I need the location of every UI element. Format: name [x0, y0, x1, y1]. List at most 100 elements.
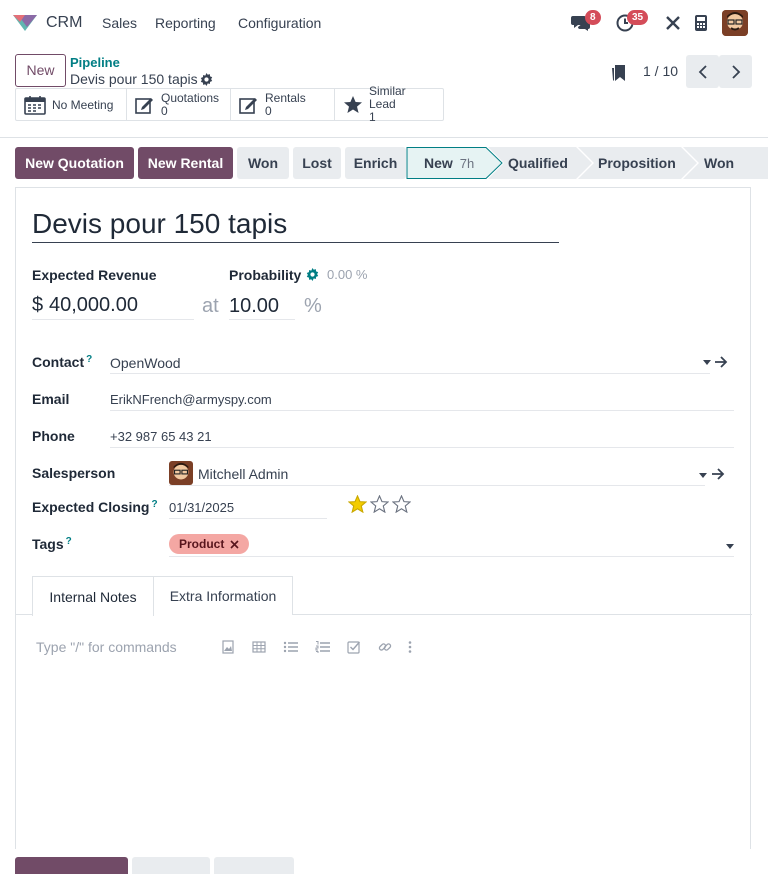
notebook-tabs: Internal Notes Extra Information — [16, 576, 752, 616]
expected-revenue-input[interactable]: 40,000.00 — [49, 294, 138, 317]
smart-count: 0 — [265, 103, 272, 118]
notes-editor[interactable]: Type "/" for commands — [36, 639, 177, 655]
menu-reporting[interactable]: Reporting — [155, 15, 216, 31]
similar-lead-button[interactable]: Similar Lead 1 — [335, 85, 443, 124]
star-icon — [343, 95, 363, 114]
smart-buttons: No Meeting Quotations 0 Rentals 0 Similar … — [15, 85, 444, 124]
mark-lost-button[interactable]: Lost — [293, 147, 341, 179]
quotations-button[interactable]: Quotations 0 — [127, 89, 231, 120]
menu-configuration[interactable]: Configuration — [238, 15, 321, 31]
expected-revenue-label: Expected Revenue — [32, 267, 157, 283]
tag-label: Product — [179, 537, 225, 551]
checklist-icon[interactable] — [347, 640, 361, 654]
stage-proposition[interactable]: Proposition — [598, 147, 676, 179]
bulleted-list-icon[interactable] — [283, 640, 299, 654]
chevron-left-icon — [698, 64, 707, 79]
probability-input[interactable]: 10.00 — [229, 295, 279, 318]
numbered-list-icon[interactable] — [315, 640, 331, 654]
tags-underline — [169, 556, 734, 557]
send-message-button[interactable] — [15, 857, 128, 874]
edit-icon — [239, 96, 259, 114]
mark-won-button[interactable]: Won — [237, 147, 289, 179]
new-record-button[interactable]: New — [15, 54, 66, 87]
remove-tag-icon[interactable] — [230, 539, 239, 549]
smart-count: 1 — [369, 110, 376, 124]
arrow-right-icon[interactable] — [714, 355, 728, 369]
breadcrumb-pipeline[interactable]: Pipeline — [70, 55, 120, 70]
stage-won[interactable]: Won — [704, 147, 734, 179]
messages-badge: 8 — [585, 10, 601, 25]
bookmark-icon[interactable] — [611, 64, 627, 82]
smart-label: No Meeting — [52, 97, 114, 112]
table-icon[interactable] — [252, 640, 266, 654]
lead-title-input[interactable]: Devis pour 150 tapis — [32, 208, 559, 243]
edit-icon — [135, 96, 155, 114]
enrich-button[interactable]: Enrich — [345, 147, 406, 179]
expected-closing-input[interactable]: 01/31/2025 — [169, 500, 234, 515]
tag-chip: Product — [169, 534, 250, 554]
contact-label: Contact? — [32, 354, 93, 370]
revenue-underline — [32, 319, 194, 320]
phone-underline — [110, 447, 734, 448]
activities-badge: 35 — [627, 10, 649, 25]
tags-label: Tags? — [32, 536, 72, 552]
menu-sales[interactable]: Sales — [102, 15, 137, 31]
email-underline — [110, 410, 734, 411]
arrow-right-icon[interactable] — [711, 467, 725, 481]
image-icon[interactable] — [221, 640, 235, 654]
closing-underline — [169, 518, 327, 519]
smart-label: Quotations — [161, 90, 220, 105]
star-empty-icon[interactable] — [392, 495, 411, 513]
pager-next-button[interactable] — [719, 55, 752, 88]
salesperson-avatar — [169, 461, 193, 485]
new-rental-button[interactable]: New Rental — [138, 147, 233, 179]
stage-new[interactable]: New 7h — [424, 147, 474, 179]
percent-sign: % — [304, 295, 322, 317]
stage-qualified[interactable]: Qualified — [508, 147, 568, 179]
phone-icon[interactable] — [694, 14, 708, 32]
tab-internal-notes[interactable]: Internal Notes — [32, 576, 154, 616]
help-icon[interactable]: ? — [66, 536, 72, 547]
new-quotation-button[interactable]: New Quotation — [15, 147, 134, 179]
contact-input[interactable]: OpenWood — [110, 355, 181, 371]
phone-input[interactable]: +32 987 65 43 21 — [110, 429, 212, 444]
help-icon[interactable]: ? — [151, 499, 157, 510]
stage-duration: 7h — [459, 155, 475, 171]
auto-probability-gear-icon[interactable] — [306, 268, 319, 281]
salesperson-input[interactable]: Mitchell Admin — [198, 466, 288, 482]
priority-stars — [348, 495, 411, 513]
rentals-button[interactable]: Rentals 0 — [231, 89, 335, 120]
help-icon[interactable]: ? — [86, 354, 92, 365]
tab-extra-information[interactable]: Extra Information — [154, 576, 293, 615]
more-options-icon[interactable] — [407, 640, 413, 654]
email-input[interactable]: ErikNFrench@armyspy.com — [110, 392, 272, 407]
link-icon[interactable] — [378, 640, 392, 654]
log-note-button[interactable] — [132, 857, 210, 874]
calendar-icon — [24, 95, 46, 115]
caret-down-icon[interactable] — [702, 360, 712, 366]
at-label: at — [202, 295, 219, 317]
caret-down-icon[interactable] — [725, 544, 735, 550]
tools-icon[interactable] — [665, 15, 681, 31]
activities-button[interactable] — [214, 857, 294, 874]
smart-count: 0 — [161, 103, 168, 118]
top-navbar: CRM Sales Reporting Configuration 8 35 — [0, 0, 768, 46]
expected-closing-label: Expected Closing? — [32, 499, 158, 515]
probability-underline — [229, 319, 295, 320]
form-sheet: Devis pour 150 tapis Expected Revenue $ … — [15, 187, 752, 849]
app-name[interactable]: CRM — [46, 14, 82, 32]
status-bar: New Quotation New Rental Won Lost Enrich… — [0, 138, 768, 186]
star-filled-icon[interactable] — [348, 495, 367, 513]
probability-label: Probability — [229, 267, 302, 283]
salesperson-label: Salesperson — [32, 465, 116, 481]
caret-down-icon[interactable] — [698, 473, 708, 479]
crm-logo-icon[interactable] — [12, 13, 38, 33]
pager-previous-button[interactable] — [686, 55, 719, 88]
pager-value[interactable]: 1 / 10 — [643, 63, 678, 79]
user-avatar[interactable] — [722, 10, 748, 36]
no-meeting-button[interactable]: No Meeting — [16, 89, 127, 120]
star-empty-icon[interactable] — [370, 495, 389, 513]
auto-probability-value: 0.00 % — [327, 267, 368, 282]
crm-lead-form-screen: CRM Sales Reporting Configuration 8 35 N… — [0, 0, 768, 874]
record-actions-gear-icon[interactable] — [200, 73, 213, 86]
